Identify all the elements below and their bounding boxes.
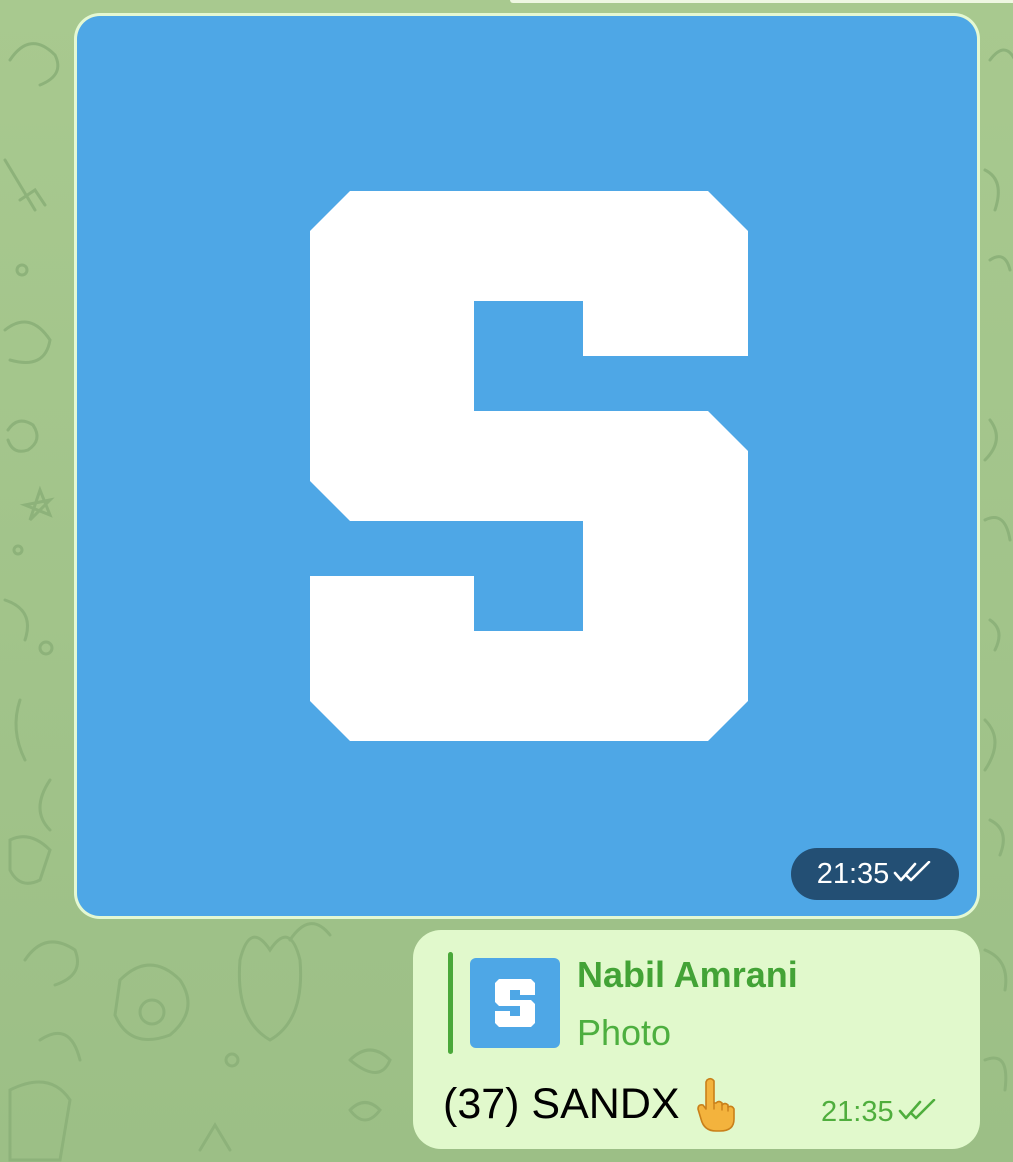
photo-message-bubble[interactable]: 21:35	[74, 13, 980, 919]
message-text: (37) SANDX	[443, 1076, 736, 1132]
double-check-icon	[898, 1096, 938, 1129]
quote-accent-bar	[448, 952, 453, 1054]
previous-message-edge	[510, 0, 1013, 3]
message-meta: 21:35	[821, 1096, 938, 1129]
message-time: 21:35	[821, 1096, 894, 1128]
photo-image[interactable]: 21:35	[77, 16, 977, 916]
photo-timestamp-pill: 21:35	[791, 848, 959, 900]
quote-thumbnail[interactable]	[470, 958, 560, 1048]
photo-time: 21:35	[816, 857, 890, 890]
quote-media-type: Photo	[577, 1012, 672, 1053]
quote-sender-name[interactable]: Nabil Amrani	[577, 954, 798, 996]
pointing-up-hand-icon	[694, 1076, 736, 1132]
message-body: (37) SANDX	[443, 1079, 680, 1128]
reply-message-bubble[interactable]: Nabil Amrani Photo (37) SANDX 21:35	[413, 930, 980, 1149]
double-check-icon	[893, 858, 933, 891]
sandbox-s-logo-icon	[495, 979, 535, 1027]
sandbox-s-logo-icon	[310, 191, 748, 741]
